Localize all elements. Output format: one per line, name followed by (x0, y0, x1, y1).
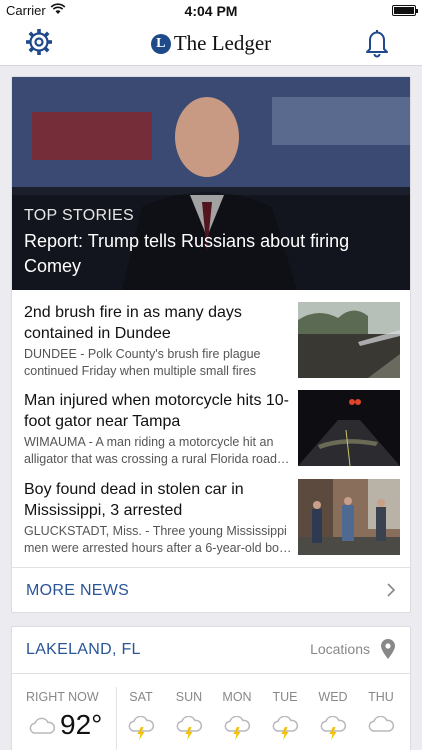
forecast-day-name: WED (318, 690, 348, 704)
location-pin-icon[interactable] (380, 638, 396, 660)
status-bar: Carrier 4:04 PM (0, 0, 422, 22)
story-title[interactable]: Man injured when motorcycle hits 10-foot… (24, 390, 294, 432)
weather-vertical-divider (116, 687, 117, 750)
forecast-day[interactable]: SUN (169, 690, 209, 740)
forecast-day-name: TUE (272, 690, 298, 704)
app-logo: L The Ledger (0, 31, 422, 56)
forecast-day-name: THU (368, 690, 394, 704)
locations-button[interactable]: Locations (310, 641, 370, 657)
story-thumbnail (298, 302, 400, 378)
more-news-label[interactable]: MORE NEWS (26, 582, 129, 600)
story-title[interactable]: Boy found dead in stolen car in Mississi… (24, 479, 294, 521)
logo-mark: L (150, 33, 171, 54)
top-story-headline[interactable]: Report: Trump tells Russians about firin… (24, 229, 394, 279)
cloud-icon (368, 716, 395, 732)
story-item[interactable]: 2nd brush fire in as many days contained… (24, 302, 400, 382)
story-snippet: DUNDEE - Polk County's brush fire plague… (24, 347, 261, 378)
forecast-day-name: SUN (175, 690, 203, 704)
story-item[interactable]: Boy found dead in stolen car in Mississi… (24, 479, 400, 559)
top-story[interactable]: TOP STORIES Report: Trump tells Russians… (12, 77, 410, 290)
thunderstorm-icon (272, 716, 299, 740)
forecast-day-name: MON (222, 690, 252, 704)
clock: 4:04 PM (184, 3, 238, 19)
news-card: TOP STORIES Report: Trump tells Russians… (11, 76, 411, 613)
forecast-day[interactable]: TUE (265, 690, 305, 740)
weather-card: LAKELAND, FL Locations RIGHT NOW 92° SAT… (11, 626, 411, 750)
forecast-day[interactable]: WED (313, 690, 353, 740)
bell-icon[interactable] (364, 28, 390, 58)
story-snippet: WIMAUMA - A man riding a motorcycle hit … (24, 435, 290, 466)
thunderstorm-icon (320, 716, 347, 740)
story-snippet: GLUCKSTADT, Miss. - Three young Mississi… (24, 524, 292, 555)
story-title[interactable]: 2nd brush fire in as many days contained… (24, 302, 294, 344)
cloud-icon (29, 717, 56, 734)
forecast-day-name: SAT (129, 690, 153, 704)
weather-divider (12, 673, 410, 674)
more-news-link[interactable]: MORE NEWS (12, 567, 410, 612)
thunderstorm-icon (176, 716, 203, 740)
top-story-kicker: TOP STORIES (24, 207, 135, 224)
forecast-day[interactable]: MON (217, 690, 257, 740)
app-header: L The Ledger (0, 22, 422, 66)
forecast-day[interactable]: THU (361, 690, 401, 740)
logo-name: The Ledger (173, 31, 272, 55)
story-thumbnail (298, 479, 400, 555)
current-weather-label: RIGHT NOW (26, 690, 99, 704)
story-thumbnail (298, 390, 400, 466)
thunderstorm-icon (128, 716, 155, 740)
weather-city[interactable]: LAKELAND, FL (26, 641, 141, 659)
story-item[interactable]: Man injured when motorcycle hits 10-foot… (24, 390, 400, 470)
battery-icon (392, 5, 418, 16)
thunderstorm-icon (224, 716, 251, 740)
chevron-right-icon[interactable] (384, 582, 398, 598)
forecast-day[interactable]: SAT (121, 690, 161, 740)
current-temperature: 92° (60, 709, 103, 740)
